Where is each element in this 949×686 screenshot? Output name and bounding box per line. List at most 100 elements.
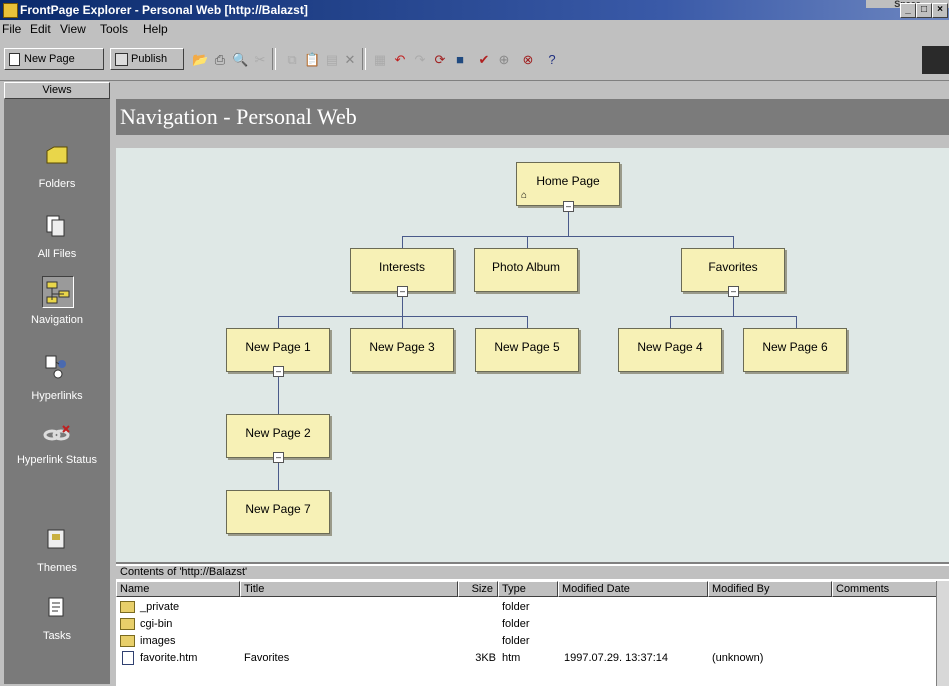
nav-node-new-page-5[interactable]: New Page 5 xyxy=(475,328,579,372)
cell-name: _private xyxy=(140,601,180,613)
column-header-comments[interactable]: Comments xyxy=(832,581,937,597)
window-title: FrontPage Explorer - Personal Web [http:… xyxy=(20,3,308,17)
menu-edit[interactable]: Edit xyxy=(30,22,51,36)
column-header-size[interactable]: Size xyxy=(458,581,498,597)
redo-icon[interactable]: ↷ xyxy=(412,52,428,68)
maximize-button[interactable]: □ xyxy=(916,3,932,18)
nav-node-new-page-7[interactable]: New Page 7 xyxy=(226,490,330,534)
nav-node-new-page-4[interactable]: New Page 4 xyxy=(618,328,722,372)
open-icon[interactable]: 📂 xyxy=(192,52,208,68)
column-header-title[interactable]: Title xyxy=(240,581,458,597)
connector-line xyxy=(670,316,796,317)
home-icon: ⌂ xyxy=(521,190,528,201)
minimize-button[interactable]: _ xyxy=(900,3,916,18)
cell-size: 3KB xyxy=(475,652,496,664)
collapse-toggle[interactable]: – xyxy=(273,452,284,463)
table-row[interactable]: favorite.htm Favorites 3KB htm 1997.07.2… xyxy=(116,650,949,668)
view-tasks[interactable]: Tasks xyxy=(4,586,110,654)
nav-node-label: Interests xyxy=(378,260,426,274)
navigation-diagram: Home Page ⌂ – Interests – Photo Album Fa… xyxy=(116,148,949,562)
cell-modified-date: 1997.07.29. 13:37:14 xyxy=(564,652,668,664)
spell-check-icon[interactable]: ✔ xyxy=(476,52,492,68)
refresh-icon[interactable]: ⟳ xyxy=(432,52,448,68)
nav-node-photo-album[interactable]: Photo Album xyxy=(474,248,578,292)
cell-name: images xyxy=(140,635,176,647)
view-all-files[interactable]: All Files xyxy=(4,204,110,272)
menu-bar: File Edit View Tools Help xyxy=(0,20,949,38)
view-hyperlinks[interactable]: Hyperlinks xyxy=(4,346,110,414)
hyperlink-icon[interactable]: ⊕ xyxy=(496,52,512,68)
table-row[interactable]: cgi-bin folder xyxy=(116,616,949,634)
connector-line xyxy=(402,236,403,248)
print-icon[interactable]: ⎙ xyxy=(212,52,228,68)
publish-label: Publish xyxy=(131,53,168,65)
delete-icon[interactable]: ✕ xyxy=(342,52,358,68)
collapse-toggle[interactable]: – xyxy=(397,286,408,297)
cell-modified-by: (unknown) xyxy=(712,652,764,664)
navigation-icon xyxy=(42,276,74,308)
view-themes[interactable]: Themes xyxy=(4,518,110,586)
view-themes-label: Themes xyxy=(37,562,77,574)
column-header-modified-by[interactable]: Modified By xyxy=(708,581,832,597)
cell-name: favorite.htm xyxy=(140,652,198,664)
connector-line xyxy=(527,316,528,328)
properties-icon[interactable]: ▦ xyxy=(372,52,388,68)
hyperlinks-icon xyxy=(42,352,72,382)
contents-list: Contents of 'http://Balazst' Name Title … xyxy=(116,562,949,686)
cell-type: folder xyxy=(502,601,530,613)
folder-icon xyxy=(120,618,135,630)
nav-node-label: Home Page xyxy=(536,174,600,188)
vertical-scrollbar[interactable] xyxy=(936,581,949,686)
undo-icon[interactable]: ↶ xyxy=(392,52,408,68)
connector-line xyxy=(670,316,671,328)
column-header-name[interactable]: Name xyxy=(116,581,240,597)
menu-help[interactable]: Help xyxy=(143,22,168,36)
collapse-toggle[interactable]: – xyxy=(728,286,739,297)
cut-disabled-icon[interactable]: ✂ xyxy=(252,52,268,68)
nav-node-home-page[interactable]: Home Page ⌂ xyxy=(516,162,620,206)
collapse-toggle[interactable]: – xyxy=(273,366,284,377)
publish-icon xyxy=(115,52,128,66)
view-hyperlink-status-label: Hyperlink Status xyxy=(16,454,98,466)
connector-line xyxy=(733,236,734,248)
folder-icon xyxy=(120,635,135,647)
menu-file[interactable]: File xyxy=(2,22,21,36)
menu-view[interactable]: View xyxy=(60,22,86,36)
paste-special-icon[interactable]: ▤ xyxy=(324,52,340,68)
table-row[interactable]: _private folder xyxy=(116,599,949,617)
paste-disabled-icon[interactable]: 📋 xyxy=(304,52,320,68)
view-navigation[interactable]: Navigation xyxy=(4,270,110,338)
column-header-type[interactable]: Type xyxy=(498,581,558,597)
explorer-logo xyxy=(922,46,949,74)
new-page-button[interactable]: New Page xyxy=(4,48,104,70)
cell-name: cgi-bin xyxy=(140,618,173,630)
nav-node-new-page-6[interactable]: New Page 6 xyxy=(743,328,847,372)
connector-line xyxy=(402,236,734,237)
connector-line xyxy=(278,316,528,317)
column-header-modified-date[interactable]: Modified Date xyxy=(558,581,708,597)
tasks-icon xyxy=(42,592,72,622)
publish-button[interactable]: Publish xyxy=(110,48,184,70)
table-row[interactable]: images folder xyxy=(116,633,949,651)
menu-tools[interactable]: Tools xyxy=(100,22,128,36)
all-files-icon xyxy=(42,210,72,240)
cancel-icon[interactable]: ⊗ xyxy=(520,52,536,68)
stop-icon[interactable]: ■ xyxy=(452,52,468,68)
views-bar: Views Folders All Files Navigation Hyper… xyxy=(4,82,110,684)
cell-type: folder xyxy=(502,618,530,630)
close-button[interactable]: × xyxy=(932,3,948,18)
view-navigation-label: Navigation xyxy=(31,314,83,326)
nav-node-label: New Page 1 xyxy=(245,340,311,354)
collapse-toggle[interactable]: – xyxy=(563,201,574,212)
cell-title: Favorites xyxy=(244,652,290,664)
help-icon[interactable]: ? xyxy=(544,52,560,68)
connector-line xyxy=(796,316,797,328)
nav-node-label: New Page 4 xyxy=(637,340,703,354)
copy-disabled-icon[interactable]: ⧉ xyxy=(284,52,300,68)
nav-node-label: New Page 5 xyxy=(494,340,560,354)
title-bar: FrontPage Explorer - Personal Web [http:… xyxy=(0,0,949,20)
nav-node-new-page-3[interactable]: New Page 3 xyxy=(350,328,454,372)
preview-icon[interactable]: 🔍 xyxy=(232,52,248,68)
view-hyperlink-status[interactable]: Hyperlink Status xyxy=(4,414,110,482)
view-folders[interactable]: Folders xyxy=(4,134,110,202)
